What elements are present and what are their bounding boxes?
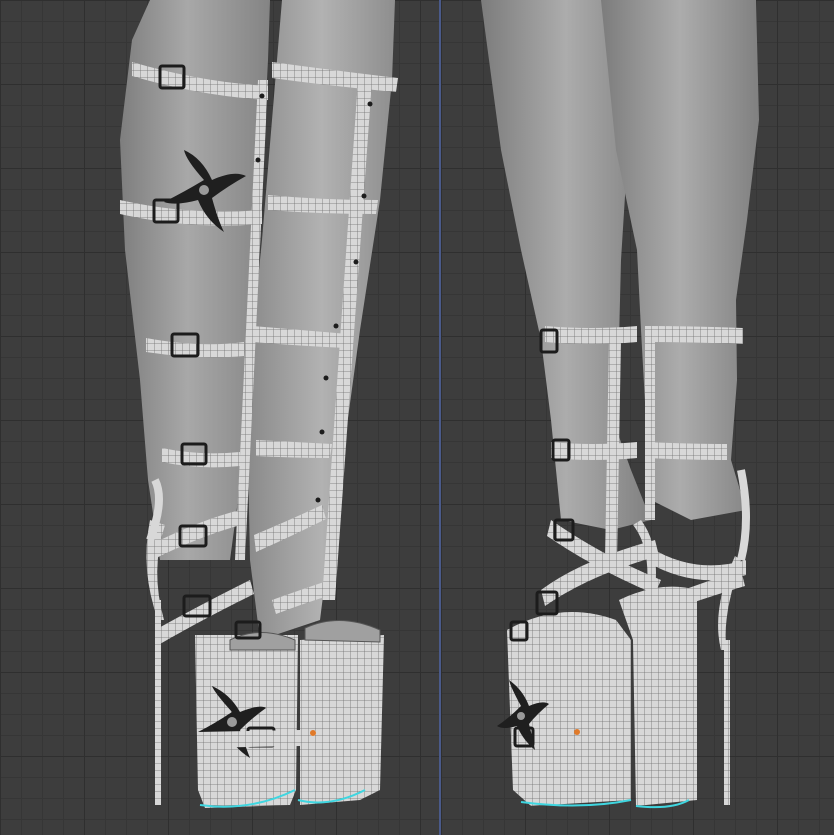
origin-point-icon[interactable] — [574, 729, 580, 735]
platform-right[interactable] — [300, 635, 384, 805]
leg-right[interactable] — [601, 0, 759, 520]
viewport-area — [0, 0, 834, 835]
origin-point-icon[interactable] — [310, 730, 316, 736]
viewport-right[interactable] — [441, 0, 834, 835]
viewport-left[interactable] — [0, 0, 439, 835]
toes-right — [304, 619, 381, 643]
platform-strap-left — [198, 730, 300, 748]
heel-stiletto-2 — [724, 640, 730, 805]
viewport-right-scene — [481, 0, 759, 809]
viewport-left-scene — [120, 0, 398, 808]
